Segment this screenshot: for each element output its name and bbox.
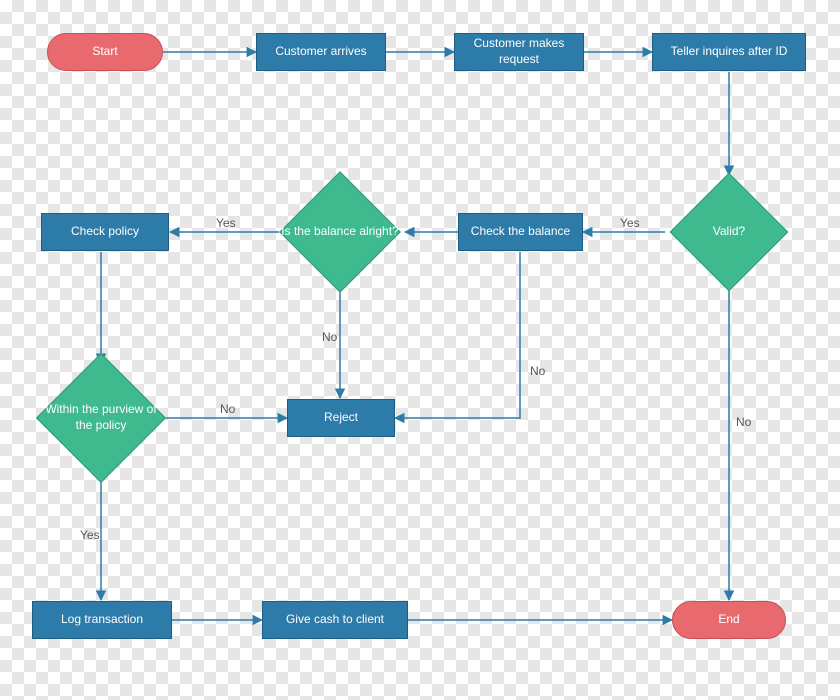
edge-label-balance-no: No [322, 330, 337, 344]
node-label: Teller inquires after ID [671, 44, 788, 60]
node-give-cash: Give cash to client [262, 601, 408, 639]
node-label: Start [92, 44, 117, 60]
node-check-policy: Check policy [41, 213, 169, 251]
node-label: Customer arrives [275, 44, 366, 60]
node-check-balance: Check the balance [458, 213, 583, 251]
node-customer-arrives: Customer arrives [256, 33, 386, 71]
edge-label-valid-yes: Yes [620, 216, 640, 230]
node-label: Check policy [71, 224, 139, 240]
flowchart-canvas: Start Customer arrives Customer makes re… [0, 0, 840, 700]
node-label: Customer makes request [461, 36, 577, 67]
node-label: Log transaction [61, 612, 143, 628]
node-start: Start [47, 33, 163, 71]
node-label: End [718, 612, 739, 628]
node-teller-inquires: Teller inquires after ID [652, 33, 806, 71]
node-label: Reject [324, 410, 358, 426]
node-valid: Valid? [687, 190, 771, 274]
node-reject: Reject [287, 399, 395, 437]
node-label: Give cash to client [286, 612, 384, 628]
edge-label-checkbalance-no: No [530, 364, 545, 378]
node-label: Check the balance [471, 224, 570, 240]
node-balance-ok: Is the balance alright? [297, 189, 383, 275]
flow-edges [0, 0, 840, 700]
node-log-transaction: Log transaction [32, 601, 172, 639]
edge-label-policy-yes: Yes [80, 528, 100, 542]
edge-label-valid-no: No [736, 415, 751, 429]
node-within-policy: Within the purview of the policy [55, 372, 147, 464]
edge-label-balance-yes: Yes [216, 216, 236, 230]
node-customer-request: Customer makes request [454, 33, 584, 71]
node-end: End [672, 601, 786, 639]
edge-label-policy-no: No [220, 402, 235, 416]
